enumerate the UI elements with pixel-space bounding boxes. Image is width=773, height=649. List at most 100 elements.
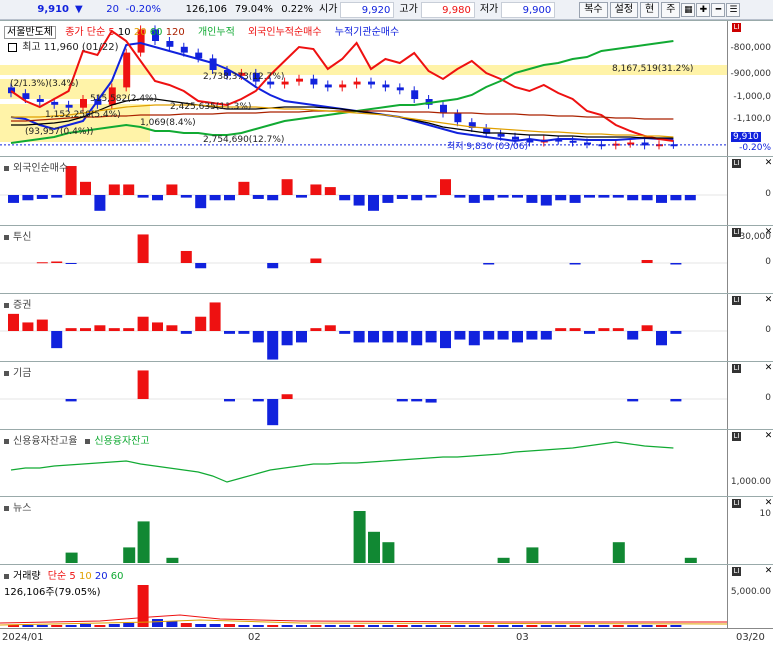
settings-button[interactable]: 설정: [609, 1, 639, 18]
indicator-plot[interactable]: [0, 497, 728, 564]
volume-bar: [80, 624, 91, 627]
panel-control-icon[interactable]: LI: [732, 364, 741, 373]
bar: [425, 331, 437, 343]
high-note-text: 최고 11,960 (01/22): [22, 42, 119, 53]
volume-bar: [656, 625, 667, 627]
bar: [36, 195, 48, 199]
bar: [152, 195, 163, 201]
bar: [540, 331, 552, 340]
indicator-plot[interactable]: [0, 226, 728, 293]
bar: [8, 313, 19, 331]
volume-bar: [281, 625, 293, 627]
indicator-axis: LI ✕ 0: [729, 157, 773, 225]
bar: [281, 179, 293, 195]
panel-control-icon[interactable]: LI: [732, 499, 741, 508]
bar: [195, 316, 207, 331]
panel-title: 증권: [13, 300, 32, 311]
indicator-svg: [0, 370, 727, 426]
panel-control-icon[interactable]: LI: [732, 23, 741, 32]
stock-button[interactable]: 주: [661, 1, 681, 18]
annotation-1: (2/1.3%)(3.4%): [10, 79, 79, 89]
close-icon[interactable]: ✕: [764, 296, 773, 305]
indicator-panel: 거래량 단순 5 10 20 60 126,106주(79.05%) LI ✕ 5…: [0, 564, 773, 628]
bar: [36, 262, 48, 264]
candle: [396, 83, 404, 95]
bar: [584, 331, 595, 334]
vol-ma-label: 단순: [47, 571, 67, 582]
bar: [310, 258, 322, 263]
bar: [497, 331, 509, 340]
indicator-plot[interactable]: [0, 362, 728, 429]
news-bar: [65, 552, 78, 563]
close-icon[interactable]: ✕: [764, 432, 773, 441]
price-axis: LI -800,000 -900,000 -1,000,0 -1,100,0 9…: [729, 21, 773, 156]
ma-label: 종가 단순: [65, 27, 106, 38]
news-bar: [684, 557, 697, 563]
bar: [137, 316, 149, 331]
grid-icon[interactable]: ▦: [681, 2, 696, 17]
volume-bar: [36, 625, 48, 627]
bar: [396, 195, 408, 199]
ma-5: 5: [108, 27, 115, 38]
annotation-8: (93,957(0.4%)): [25, 127, 94, 137]
price-tick: -1,100,0: [733, 114, 771, 124]
bar: [497, 195, 509, 198]
bar: [368, 195, 379, 211]
ma-20: 20: [133, 27, 147, 38]
volume-bar: [108, 624, 120, 627]
volume-bar: [252, 625, 264, 627]
panel-title-row: 뉴스: [4, 499, 31, 514]
indicator-axis: LI ✕ 10: [729, 497, 773, 564]
toolbar: 9,910 ▼ 20 -0.20% 126,106 79.04% 0.22% 시…: [0, 0, 773, 20]
legend-institution: 누적기관순매수: [334, 27, 400, 38]
panel-control-icon[interactable]: LI: [732, 296, 741, 305]
volume-bar: [468, 625, 480, 627]
bar: [51, 331, 63, 349]
bar: [224, 331, 235, 334]
axis-tick: 0: [765, 393, 771, 403]
vol-ma-60: 60: [110, 571, 124, 582]
news-bar: [368, 531, 380, 563]
close-icon[interactable]: ✕: [764, 567, 773, 576]
close-icon[interactable]: ✕: [764, 159, 773, 168]
bar: [569, 195, 581, 203]
vol-ma-line: [0, 614, 727, 624]
bar: [281, 331, 293, 346]
bar: [8, 195, 19, 203]
indicator-plot[interactable]: [0, 157, 728, 225]
multi-button[interactable]: 복수: [579, 1, 608, 18]
candle: [468, 118, 476, 132]
current-button[interactable]: 현: [640, 1, 660, 18]
bar: [166, 325, 178, 331]
candle: [454, 109, 462, 127]
bar: [108, 328, 120, 331]
bar: [555, 328, 567, 331]
close-icon[interactable]: ✕: [764, 499, 773, 508]
indicator-plot[interactable]: [0, 294, 728, 361]
panel-marker-icon: [4, 234, 9, 240]
volume: 126,106: [185, 3, 227, 15]
panel-control-icon[interactable]: LI: [732, 432, 741, 441]
minus-icon[interactable]: ━: [711, 2, 726, 17]
bar: [252, 331, 264, 343]
panel-control-icon[interactable]: LI: [732, 159, 741, 168]
checkbox-icon[interactable]: [8, 42, 17, 52]
panel-control-icon[interactable]: LI: [732, 567, 741, 576]
bar: [670, 399, 682, 402]
crosshair-icon[interactable]: ✚: [696, 2, 711, 17]
bar: [339, 331, 351, 334]
volume-note: 126,106주(79.05%): [4, 587, 101, 598]
current-price: 9,910: [37, 3, 69, 15]
candle: [382, 80, 390, 92]
indicator-panel: 증권 LI ✕ 0: [0, 293, 773, 361]
close-icon[interactable]: ✕: [764, 364, 773, 373]
bar: [94, 195, 106, 211]
stock-name[interactable]: 서울반도체: [4, 26, 56, 39]
bar: [324, 187, 336, 195]
bar: [454, 331, 466, 340]
list-icon[interactable]: ☰: [726, 2, 741, 17]
bar: [526, 195, 538, 203]
axis-tick: 5,000.00: [730, 587, 771, 597]
x-label: 03/20: [736, 632, 765, 643]
bar: [152, 322, 163, 331]
